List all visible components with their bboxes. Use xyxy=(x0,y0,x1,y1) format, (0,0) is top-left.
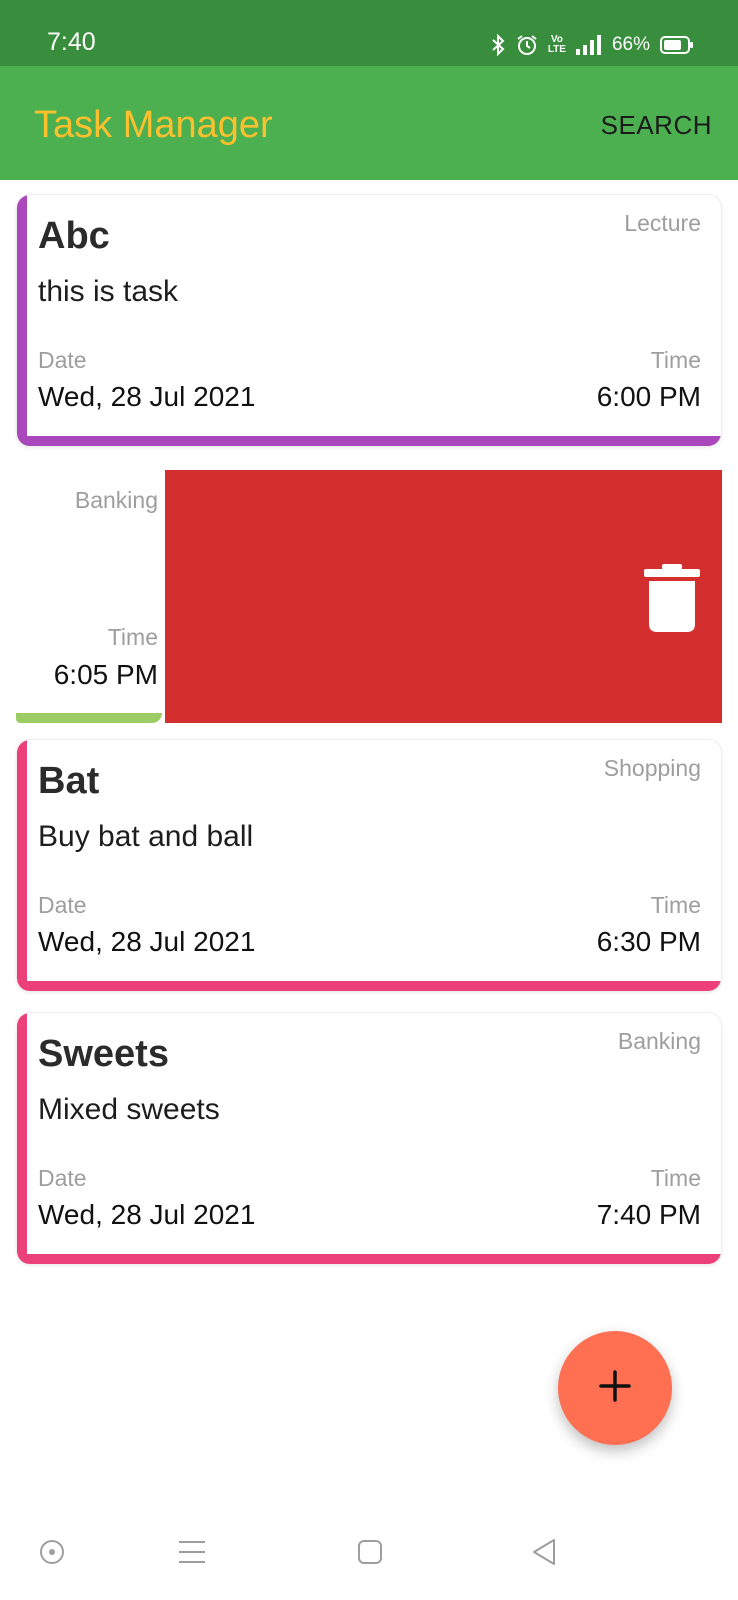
task-title: Sweets xyxy=(38,1033,169,1075)
signal-icon xyxy=(575,35,602,55)
menu-button[interactable] xyxy=(172,1534,212,1574)
task-title: Abc xyxy=(38,215,110,257)
home-square-icon xyxy=(357,1539,383,1570)
task-date: Wed, 28 Jul 2021 xyxy=(38,1199,256,1230)
app-bar: Task Manager SEARCH xyxy=(0,66,738,180)
time-label: Time xyxy=(107,624,158,650)
task-title: Bat xyxy=(38,760,100,802)
task-swipe-row[interactable]: Banking Time 6:05 PM xyxy=(16,470,722,723)
category-color-stripe xyxy=(17,740,27,991)
category-color-bar xyxy=(17,981,721,991)
task-category: Lecture xyxy=(624,210,701,236)
battery-icon xyxy=(660,36,694,54)
task-time: 6:30 PM xyxy=(596,926,701,957)
app-title: Task Manager xyxy=(34,104,273,146)
search-button[interactable]: SEARCH xyxy=(601,110,712,141)
alarm-icon xyxy=(516,34,538,56)
back-button[interactable] xyxy=(524,1534,564,1574)
task-description: this is task xyxy=(38,275,179,308)
status-bar: 7:40 Vo LTE 66% xyxy=(0,0,738,66)
task-category: Banking xyxy=(74,487,158,513)
category-color-bar xyxy=(17,436,721,446)
task-card-abc[interactable]: Abc Lecture this is task Date Wed, 28 Ju… xyxy=(16,194,722,447)
bluetooth-icon xyxy=(490,34,506,56)
date-label: Date xyxy=(38,347,87,373)
date-label: Date xyxy=(38,892,87,918)
status-icons: Vo LTE 66% xyxy=(490,30,694,60)
plus-icon xyxy=(598,1369,632,1408)
task-time: 6:05 PM xyxy=(53,659,158,690)
task-time: 7:40 PM xyxy=(596,1199,701,1230)
volte-icon: Vo LTE xyxy=(547,34,566,55)
time-label: Time xyxy=(650,892,701,918)
time-label: Time xyxy=(650,347,701,373)
time-label: Time xyxy=(650,1165,701,1191)
status-time: 7:40 xyxy=(47,28,96,56)
system-nav-bar xyxy=(0,1510,738,1600)
task-card-swiped[interactable]: Banking Time 6:05 PM xyxy=(16,470,162,723)
date-label: Date xyxy=(38,1165,87,1191)
screen: 7:40 Vo LTE 66% Task Manager SEARCH Abc … xyxy=(0,0,738,1600)
task-category: Banking xyxy=(617,1028,701,1054)
category-color-stripe xyxy=(17,1013,27,1264)
task-description: Buy bat and ball xyxy=(38,820,254,853)
assistant-button[interactable] xyxy=(32,1534,72,1574)
home-button[interactable] xyxy=(350,1534,390,1574)
back-triangle-icon xyxy=(531,1538,557,1571)
task-card-sweets[interactable]: Sweets Banking Mixed sweets Date Wed, 28… xyxy=(16,1012,722,1265)
assistant-icon xyxy=(38,1538,66,1571)
task-date: Wed, 28 Jul 2021 xyxy=(38,926,256,957)
task-description: Mixed sweets xyxy=(38,1093,220,1126)
swipe-delete-background[interactable] xyxy=(165,470,722,723)
category-color-bar xyxy=(17,1254,721,1264)
task-card-bat[interactable]: Bat Shopping Buy bat and ball Date Wed, … xyxy=(16,739,722,992)
task-category: Shopping xyxy=(603,755,701,781)
task-time: 6:00 PM xyxy=(596,381,701,412)
trash-icon xyxy=(644,564,700,632)
category-color-bar xyxy=(16,713,162,723)
add-task-button[interactable] xyxy=(558,1331,672,1445)
category-color-stripe xyxy=(17,195,27,446)
task-date: Wed, 28 Jul 2021 xyxy=(38,381,256,412)
battery-percentage: 66% xyxy=(611,34,650,55)
menu-icon xyxy=(178,1540,206,1569)
